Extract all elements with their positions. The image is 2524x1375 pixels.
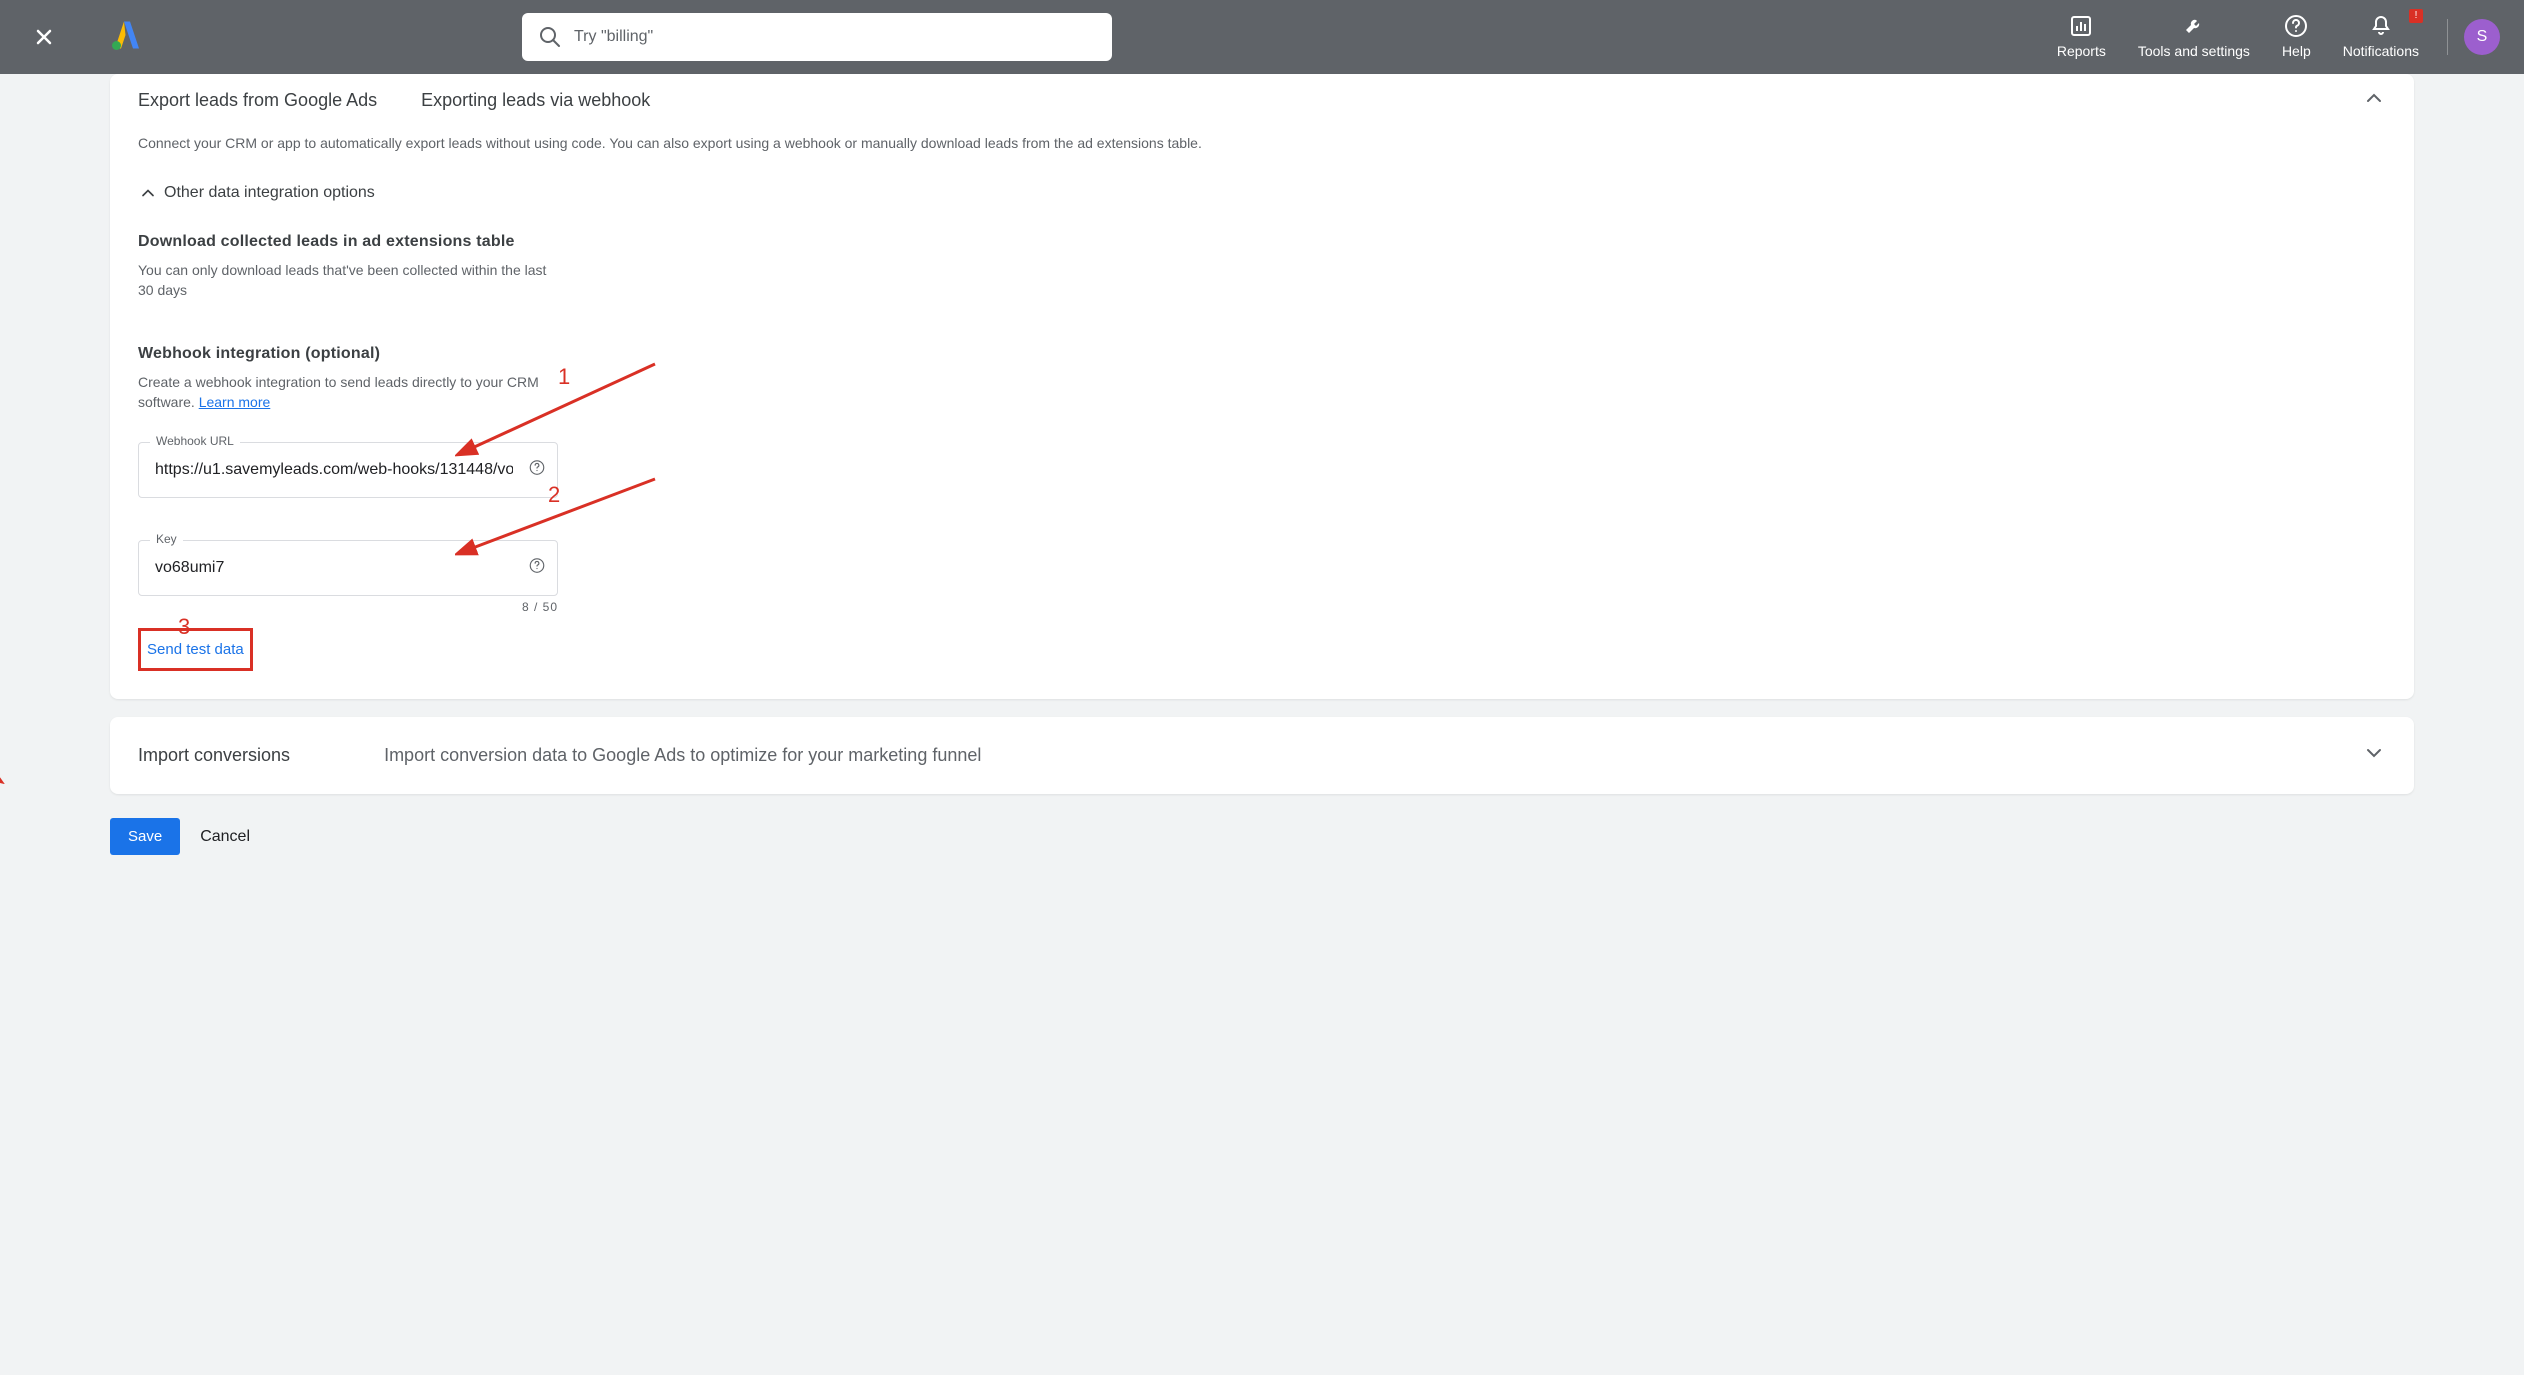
key-field-wrapper: Key xyxy=(138,540,558,596)
help-label: Help xyxy=(2282,42,2311,60)
import-desc: Import conversion data to Google Ads to … xyxy=(384,745,981,766)
header-right: Reports Tools and settings Help ! Notifi… xyxy=(2045,14,2500,60)
key-char-count: 8 / 50 xyxy=(138,600,558,614)
key-label: Key xyxy=(150,532,183,546)
help-icon xyxy=(2284,14,2308,38)
header-bar: Reports Tools and settings Help ! Notifi… xyxy=(0,0,2524,74)
annotation-arrow-4 xyxy=(0,704,10,784)
help-button[interactable]: Help xyxy=(2270,14,2323,60)
bell-icon xyxy=(2369,14,2393,38)
webhook-heading: Webhook integration (optional) xyxy=(138,345,2386,363)
reports-button[interactable]: Reports xyxy=(2045,14,2118,60)
close-icon[interactable] xyxy=(32,25,56,49)
content-area: Export leads from Google Ads Exporting l… xyxy=(0,74,2524,895)
search-icon xyxy=(538,25,562,49)
other-options-expander[interactable]: Other data integration options xyxy=(138,183,2386,203)
cancel-button[interactable]: Cancel xyxy=(200,828,250,846)
chevron-up-icon xyxy=(2362,86,2386,110)
export-leads-card: Export leads from Google Ads Exporting l… xyxy=(110,74,2414,699)
reports-icon xyxy=(2069,14,2093,38)
action-buttons: Save Cancel xyxy=(110,818,2414,855)
search-input[interactable] xyxy=(574,28,1096,46)
webhook-url-input[interactable] xyxy=(138,442,558,498)
save-button[interactable]: Save xyxy=(110,818,180,855)
card-header: Export leads from Google Ads Exporting l… xyxy=(138,74,2386,115)
avatar[interactable]: S xyxy=(2464,19,2500,55)
notifications-label: Notifications xyxy=(2343,42,2419,60)
tools-label: Tools and settings xyxy=(2138,42,2250,60)
card-subtitle: Exporting leads via webhook xyxy=(421,90,650,111)
import-conversions-card[interactable]: Import conversions Import conversion dat… xyxy=(110,717,2414,794)
chevron-up-icon xyxy=(138,183,158,203)
chevron-down-icon xyxy=(2362,741,2386,765)
download-desc: You can only download leads that've been… xyxy=(138,261,558,300)
key-input[interactable] xyxy=(138,540,558,596)
import-title: Import conversions xyxy=(138,745,290,766)
card-description: Connect your CRM or app to automatically… xyxy=(138,135,2386,151)
notifications-button[interactable]: ! Notifications xyxy=(2331,14,2431,60)
send-test-data-button[interactable]: Send test data xyxy=(143,633,248,666)
wrench-icon xyxy=(2182,14,2206,38)
webhook-url-label: Webhook URL xyxy=(150,434,240,448)
google-ads-logo xyxy=(106,17,142,58)
card-title: Export leads from Google Ads xyxy=(138,90,377,111)
reports-label: Reports xyxy=(2057,42,2106,60)
search-box[interactable] xyxy=(522,13,1112,61)
key-help[interactable] xyxy=(528,557,546,580)
webhook-desc: Create a webhook integration to send lea… xyxy=(138,373,558,412)
collapse-button[interactable] xyxy=(2362,86,2386,115)
expander-label: Other data integration options xyxy=(164,184,375,202)
tools-button[interactable]: Tools and settings xyxy=(2126,14,2262,60)
webhook-url-help[interactable] xyxy=(528,459,546,482)
learn-more-link[interactable]: Learn more xyxy=(199,394,271,410)
help-icon xyxy=(528,459,546,477)
notification-badge: ! xyxy=(2409,9,2423,23)
test-button-highlight: Send test data xyxy=(138,628,253,671)
webhook-url-field-wrapper: Webhook URL xyxy=(138,442,558,498)
divider xyxy=(2447,19,2448,55)
help-icon xyxy=(528,557,546,575)
expand-button[interactable] xyxy=(2362,741,2386,770)
download-heading: Download collected leads in ad extension… xyxy=(138,233,2386,251)
